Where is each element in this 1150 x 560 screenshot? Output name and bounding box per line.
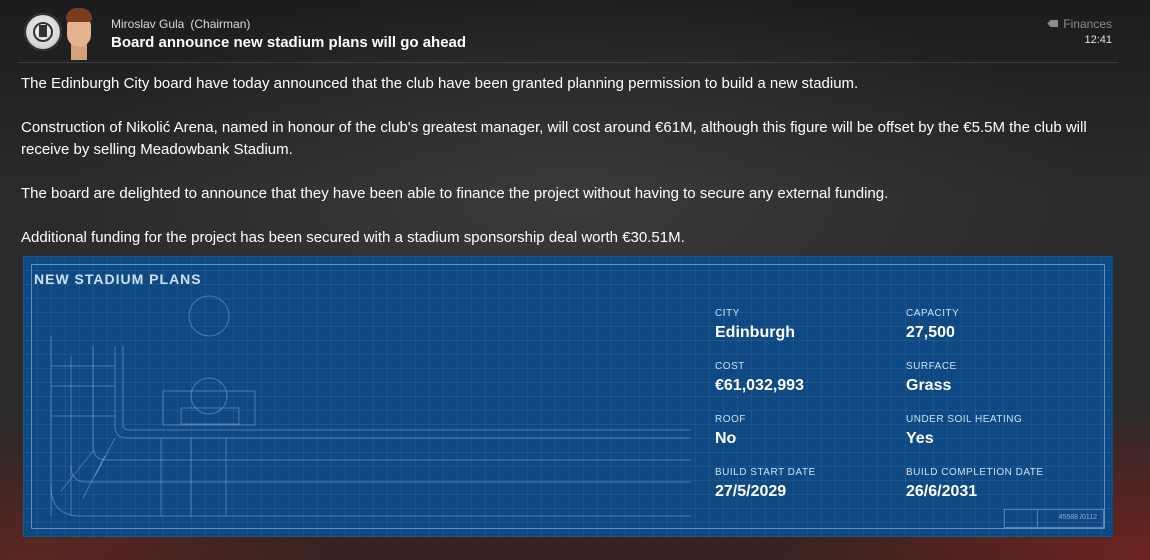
stat-label: BUILD COMPLETION DATE — [906, 467, 1044, 478]
stat-under-soil-heating: UNDER SOIL HEATING Yes — [906, 414, 1022, 448]
stat-capacity: CAPACITY 27,500 — [906, 308, 959, 342]
stat-label: UNDER SOIL HEATING — [906, 414, 1023, 425]
stadium-plans-panel: NEW STADIUM PLANS CITY Edinburgh CAPACIT… — [23, 256, 1113, 537]
category-tag[interactable]: Finances — [1047, 17, 1112, 31]
stat-value: Yes — [906, 430, 934, 447]
sender-role: (Chairman) — [190, 17, 251, 31]
chairman-avatar[interactable] — [62, 4, 96, 60]
sender-line[interactable]: Miroslav Gula (Chairman) — [111, 17, 250, 31]
message-time: 12:41 — [1084, 34, 1112, 46]
sender-name[interactable]: Miroslav Gula — [111, 17, 184, 31]
stat-value: 27,500 — [906, 324, 955, 341]
stat-value: Grass — [906, 377, 952, 394]
panel-title: NEW STADIUM PLANS — [34, 271, 202, 287]
stadium-blueprint-drawing — [50, 295, 691, 517]
message-paragraph: The Edinburgh City board have today anno… — [21, 75, 859, 92]
stat-build-start-date: BUILD START DATE 27/5/2029 — [715, 467, 816, 501]
message-body: The Edinburgh City board have today anno… — [21, 73, 1121, 271]
stat-label: SURFACE — [906, 361, 957, 372]
stat-value: 27/5/2029 — [715, 483, 787, 500]
message-subject: Board announce new stadium plans will go… — [111, 34, 467, 51]
stat-surface: SURFACE Grass — [906, 361, 957, 395]
stat-label: CITY — [715, 308, 740, 319]
stat-cost: COST €61,032,993 — [715, 361, 804, 395]
tag-icon — [1047, 20, 1059, 27]
stat-value: Edinburgh — [715, 324, 795, 341]
stat-city: CITY Edinburgh — [715, 308, 795, 342]
header-divider — [18, 62, 1118, 63]
drawing-reference-code: 45588 /0112 — [1058, 514, 1097, 521]
stat-label: CAPACITY — [906, 308, 960, 319]
stat-label: ROOF — [715, 414, 746, 425]
club-badge-icon[interactable] — [24, 13, 62, 51]
message-header: Miroslav Gula (Chairman) Board announce n… — [0, 0, 1150, 62]
stat-label: BUILD START DATE — [715, 467, 816, 478]
stat-value: 26/6/2031 — [906, 483, 978, 500]
category-label: Finances — [1063, 17, 1112, 31]
message-paragraph: The board are delighted to announce that… — [21, 185, 889, 202]
stat-value: €61,032,993 — [715, 377, 804, 394]
stat-value: No — [715, 430, 737, 447]
stat-roof: ROOF No — [715, 414, 746, 448]
drawing-reference-box: 45588 /0112 — [1004, 509, 1104, 528]
message-paragraph: Additional funding for the project has b… — [21, 229, 685, 246]
stat-label: COST — [715, 361, 745, 372]
stat-build-completion-date: BUILD COMPLETION DATE 26/6/2031 — [906, 467, 1044, 501]
message-paragraph: Construction of Nikolić Arena, named in … — [21, 119, 1087, 158]
